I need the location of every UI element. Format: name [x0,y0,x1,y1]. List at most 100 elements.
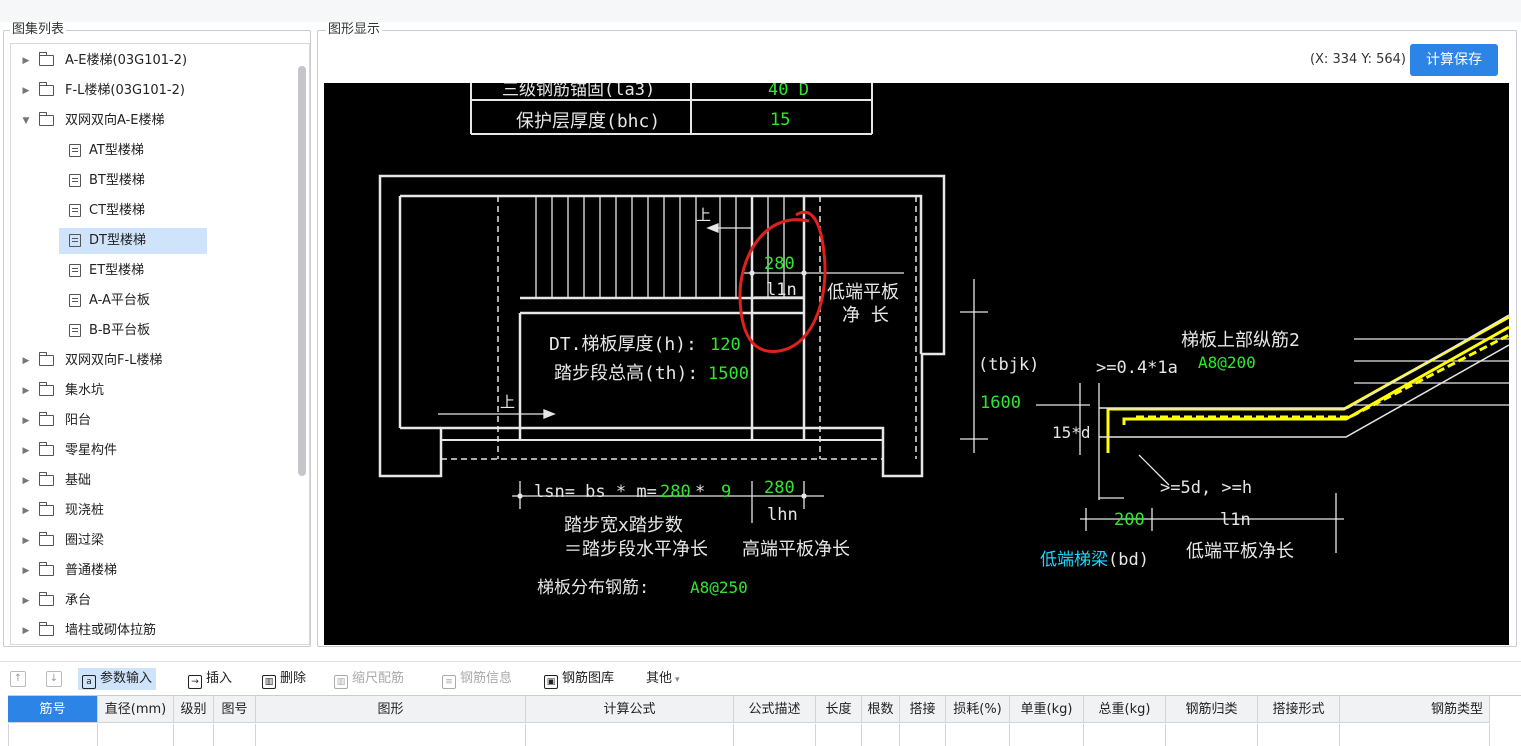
low-slab-label-2: 净 长 [842,305,889,326]
rebar-info-icon: ≡ [442,675,456,689]
move-down-icon[interactable]: ↓ [46,671,62,687]
tree-item[interactable]: ▶ 普通楼梯 [11,558,281,584]
chevron-right-icon[interactable]: ▶ [21,348,31,374]
tree-item[interactable]: ▶ F-L楼梯(03G101-2) [11,78,281,104]
stair-drawing: 三级钢筋锚固(la3) 40 D 保护层厚度(bhc) 15 上 上 280 l… [378,83,1509,598]
column-header[interactable]: 图号 [214,696,256,723]
scale-label: 缩尺配筋 [352,671,405,686]
tree-item[interactable]: ▶ 现浇桩 [11,498,281,524]
tree-item[interactable]: AT型楼梯 [59,138,207,164]
insert-button[interactable]: → 插入 [188,668,232,690]
tree-item[interactable]: ▶ 阳台 [11,408,281,434]
rebar-info-button[interactable]: ≡ 钢筋信息 [442,668,512,690]
column-header[interactable]: 根数 [862,696,900,723]
tree-item[interactable]: ▶ 双网双向F-L楼梯 [11,348,281,374]
table-cell[interactable] [1166,724,1258,746]
tree-item[interactable]: ▶ 零星构件 [11,438,281,464]
column-header[interactable]: 搭接形式 [1258,696,1340,723]
document-icon [69,264,81,277]
table-row1-label: 三级钢筋锚固(la3) [502,83,655,100]
column-header[interactable]: 钢筋归类 [1166,696,1258,723]
column-header[interactable]: 总重(kg) [1084,696,1166,723]
column-header[interactable]: 长度 [816,696,862,723]
table-cell[interactable] [8,724,98,746]
table-cell[interactable] [734,724,816,746]
tree-item[interactable]: DT型楼梯 [59,228,207,254]
tree-item-label: DT型楼梯 [89,233,146,248]
rebar-library-button[interactable]: ▣ 钢筋图库 [544,668,614,690]
chevron-right-icon[interactable]: ▶ [21,498,31,524]
table-cell[interactable] [862,724,900,746]
column-header[interactable]: 级别 [174,696,214,723]
table-row2-value: 15 [770,110,790,130]
param-input-icon: a [82,675,96,689]
chevron-right-icon[interactable]: ▶ [21,78,31,104]
table-row2-label: 保护层厚度(bhc) [516,111,660,132]
param-input-button[interactable]: a 参数输入 [78,668,157,690]
tree-item-label: 现浇桩 [65,503,105,518]
column-header[interactable]: 损耗(%) [946,696,1010,723]
tree-item[interactable]: ▶ A-E楼梯(03G101-2) [11,48,281,74]
chevron-right-icon[interactable]: ▶ [21,618,31,644]
column-header[interactable]: 图形 [256,696,526,723]
tree-item[interactable]: ▶ 集水坑 [11,378,281,404]
table-cell[interactable] [1340,724,1490,746]
table-cell[interactable] [526,724,734,746]
graphic-display-title: 图形显示 [326,22,383,38]
chevron-right-icon[interactable]: ▶ [21,468,31,494]
rebar-shape [1106,315,1509,453]
column-header[interactable]: 钢筋类型 [1340,696,1490,723]
chevron-right-icon[interactable]: ▶ [21,48,31,74]
tree-scrollbar[interactable] [298,66,306,476]
table-cell[interactable] [1010,724,1084,746]
table-cell[interactable] [1258,724,1340,746]
tree-item[interactable]: ▶ 圈过梁 [11,528,281,554]
calculate-save-button[interactable]: 计算保存 [1410,44,1498,76]
tree-item[interactable]: B-B平台板 [59,318,207,344]
tree-item[interactable]: ▶ 基础 [11,468,281,494]
bd-label: (bd) [1108,550,1149,570]
chevron-down-icon[interactable]: ▼ [21,108,31,134]
cad-drawing-canvas[interactable]: 三级钢筋锚固(la3) 40 D 保护层厚度(bhc) 15 上 上 280 l… [324,83,1509,645]
folder-icon [39,442,54,456]
chevron-right-icon[interactable]: ▶ [21,438,31,464]
chevron-right-icon[interactable]: ▶ [21,378,31,404]
table-cell[interactable] [1084,724,1166,746]
column-header[interactable]: 搭接 [900,696,946,723]
tree-item-label: ET型楼梯 [89,263,145,278]
tree-item-label: 零星构件 [65,443,118,458]
table-cell[interactable] [256,724,526,746]
table-cell[interactable] [900,724,946,746]
column-header[interactable]: 直径(mm) [98,696,174,723]
column-header[interactable]: 筋号 [8,696,98,723]
scale-icon: ▥ [334,675,348,689]
tree-item[interactable]: A-A平台板 [59,288,207,314]
chevron-right-icon[interactable]: ▶ [21,408,31,434]
tree-item[interactable]: ET型楼梯 [59,258,207,284]
column-header[interactable]: 单重(kg) [1010,696,1084,723]
table-cell[interactable] [98,724,174,746]
table-cell[interactable] [214,724,256,746]
column-header[interactable]: 公式描述 [734,696,816,723]
tree-item[interactable]: ▼ 双网双向A-E楼梯 [11,108,281,134]
tree-item[interactable]: CT型楼梯 [59,198,207,224]
other-menu-button[interactable]: 其他 ▾ [646,668,680,690]
tree-item[interactable]: ▶ 墙柱或砌体拉筋 [11,618,281,644]
table-cell[interactable] [946,724,1010,746]
chevron-right-icon[interactable]: ▶ [21,528,31,554]
column-header[interactable]: 计算公式 [526,696,734,723]
tree-item-label: 集水坑 [65,383,105,398]
low-slab-length: 低端平板净长 [1186,541,1294,562]
tree-item[interactable]: BT型楼梯 [59,168,207,194]
atlas-list-panel: 图集列表 ▶ A-E楼梯(03G101-2) ▶ F-L楼梯(03G101-2) ▼ 双网… [3,22,311,647]
tree-item-label: 基础 [65,473,92,488]
scale-rebar-button[interactable]: ▥ 缩尺配筋 [334,668,404,690]
table-cell[interactable] [816,724,862,746]
table-cell[interactable] [174,724,214,746]
stair-treads [535,196,785,298]
delete-button[interactable]: ▥ 删除 [262,668,306,690]
chevron-right-icon[interactable]: ▶ [21,588,31,614]
tree-item[interactable]: ▶ 承台 [11,588,281,614]
move-up-icon[interactable]: ↑ [10,671,26,687]
chevron-right-icon[interactable]: ▶ [21,558,31,584]
